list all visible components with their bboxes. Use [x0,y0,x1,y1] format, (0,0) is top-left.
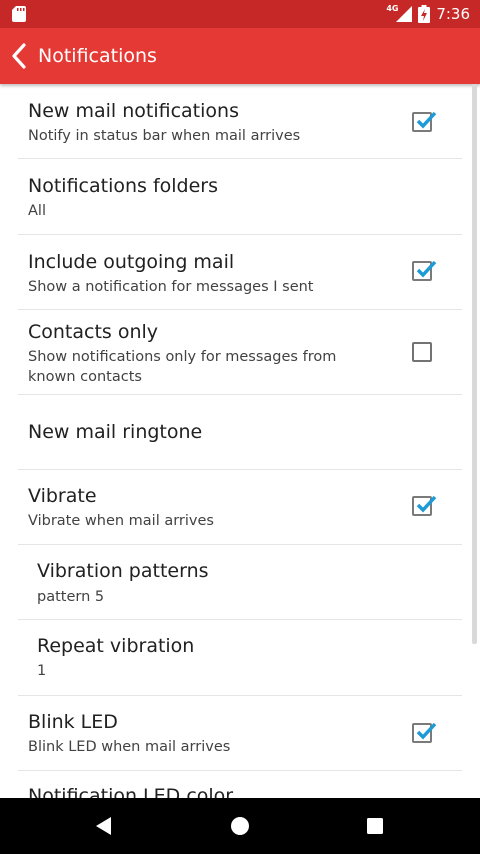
new-mail-notifications-checkbox[interactable] [412,111,437,132]
setting-title: Repeat vibration [37,635,195,657]
setting-notifications-folders[interactable]: Notifications folders All [0,159,480,234]
setting-contacts-only[interactable]: Contacts only Show notifications only fo… [0,310,480,394]
recents-square-icon[interactable] [362,813,388,839]
home-circle-icon[interactable] [227,813,253,839]
app-bar: Notifications [0,28,480,84]
setting-title: Notifications folders [28,175,219,197]
setting-vibrate[interactable]: Vibrate Vibrate when mail arrives [0,470,480,544]
scrollbar[interactable] [472,84,477,644]
signal-icon: 4G [386,4,413,24]
check-icon [416,111,437,129]
setting-summary: Notify in status bar when mail arrives [28,128,301,144]
setting-title: Contacts only [28,321,159,343]
check-icon [416,495,437,513]
chevron-left-icon[interactable] [10,42,30,70]
check-icon [416,260,437,278]
setting-include-outgoing-mail[interactable]: Include outgoing mail Show a notificatio… [0,235,480,309]
navigation-bar [0,798,480,854]
setting-summary: Blink LED when mail arrives [28,739,231,755]
setting-new-mail-ringtone[interactable]: New mail ringtone [0,395,480,469]
battery-icon [418,5,431,23]
setting-summary: pattern 5 [37,589,105,605]
setting-summary-line1: Show notifications only for messages fro… [28,349,337,365]
setting-summary: Show a notification for messages I sent [28,279,314,295]
status-time: 7:36 [436,5,470,23]
setting-summary: 1 [37,663,47,679]
setting-title: Vibrate [28,485,97,507]
setting-summary: Vibrate when mail arrives [28,513,214,529]
setting-title: Notification LED color [28,785,234,798]
setting-title: Include outgoing mail [28,251,235,273]
sd-card-icon [12,6,26,22]
page-title: Notifications [38,45,157,67]
check-icon [416,722,437,740]
setting-repeat-vibration[interactable]: Repeat vibration 1 [0,620,480,695]
setting-blink-led[interactable]: Blink LED Blink LED when mail arrives [0,696,480,770]
back-triangle-icon[interactable] [91,813,117,839]
settings-list: New mail notifications Notify in status … [0,84,480,798]
blink-led-checkbox[interactable] [412,722,437,743]
setting-summary-line2: known contacts [28,369,142,385]
setting-summary: All [28,203,46,219]
setting-notification-led-color[interactable]: Notification LED color [0,771,480,798]
status-bar: 4G 7:36 [0,0,480,28]
vibrate-checkbox[interactable] [412,495,437,516]
contacts-only-checkbox[interactable] [412,342,432,362]
setting-title: New mail ringtone [28,421,203,443]
setting-new-mail-notifications[interactable]: New mail notifications Notify in status … [0,84,480,158]
setting-title: Vibration patterns [37,560,209,582]
setting-vibration-patterns[interactable]: Vibration patterns pattern 5 [0,545,480,619]
setting-title: Blink LED [28,711,118,733]
include-outgoing-mail-checkbox[interactable] [412,260,437,281]
setting-title: New mail notifications [28,100,239,122]
